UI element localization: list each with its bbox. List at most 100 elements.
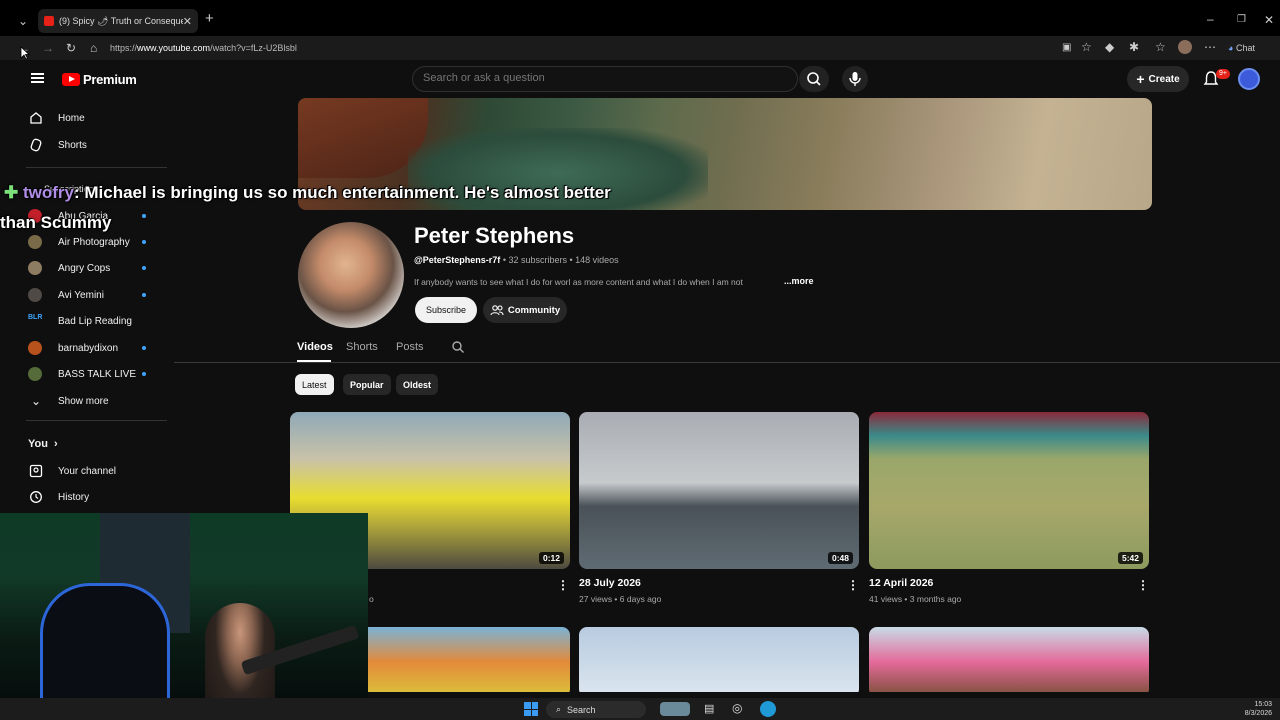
system-clock[interactable]: 15:03 8/3/2026 <box>1245 700 1272 718</box>
search-box <box>412 66 798 92</box>
video-thumbnail[interactable] <box>579 627 859 692</box>
channel-description[interactable]: If anybody wants to see what I do for wo… <box>414 277 794 287</box>
video-options-icon[interactable]: ⋮ <box>847 578 859 592</box>
profile-icon[interactable] <box>1178 40 1192 54</box>
community-icon <box>490 305 504 316</box>
video-options-icon[interactable]: ⋮ <box>1137 578 1149 592</box>
channel-avatar <box>28 261 42 275</box>
url-field[interactable]: https://www.youtube.com/watch?v=fLz-U2Bl… <box>110 40 1090 56</box>
sidebar-item-label: Show more <box>58 395 109 407</box>
new-tab-icon[interactable]: + <box>205 11 214 26</box>
windows-taskbar: ⌕ Search ▤ ◎ 15:03 8/3/2026 <box>0 698 1280 720</box>
new-content-dot <box>142 266 146 270</box>
browser-tab-bar: ⌄ (9) Spicy 🌶 Truth or Consequence ✕ + –… <box>0 0 1280 40</box>
sidebar-item-history[interactable]: History <box>28 487 89 507</box>
channel-handle: @PeterStephens-r7f <box>414 255 501 265</box>
tab-shorts[interactable]: Shorts <box>346 341 378 353</box>
search-button[interactable] <box>799 66 829 92</box>
home-icon[interactable]: ⌂ <box>90 41 97 55</box>
video-meta: 41 views • 3 months ago <box>869 594 962 604</box>
sidebar-channel-angry-cops[interactable]: Angry Cops <box>28 258 110 278</box>
chevron-down-icon: ⌄ <box>30 394 42 408</box>
sidebar-item-your-channel[interactable]: Your channel <box>28 461 116 481</box>
search-icon: ⌕ <box>556 704 562 714</box>
video-title[interactable]: 28 July 2026 <box>579 577 641 589</box>
chat-label: Chat <box>1235 43 1255 53</box>
video-meta: 27 views • 6 days ago <box>579 594 662 604</box>
sidebar-item-shorts[interactable]: Shorts <box>28 135 87 155</box>
widgets-icon[interactable] <box>660 702 690 716</box>
video-thumbnail[interactable]: 5:42 <box>869 412 1149 569</box>
sidebar-channel-bad-lip-reading[interactable]: BLR Bad Lip Reading <box>28 311 132 331</box>
channel-avatar-large[interactable] <box>298 222 404 328</box>
shorts-icon <box>28 137 44 153</box>
taskbar-search[interactable]: ⌕ Search <box>546 701 646 718</box>
taskbar-search-label: Search <box>567 704 596 715</box>
maximize-icon[interactable]: ❐ <box>1237 13 1246 27</box>
sidebar-channel-avi-yemini[interactable]: Avi Yemini <box>28 285 104 305</box>
channel-avatar <box>28 341 42 355</box>
channel-avatar <box>28 288 42 302</box>
sidebar-divider <box>26 167 167 168</box>
sidebar-channel-bass-talk-live[interactable]: BASS TALK LIVE <box>28 364 136 384</box>
video-thumbnail[interactable] <box>869 627 1149 692</box>
minimize-icon[interactable]: – <box>1207 12 1214 26</box>
sidebar-item-home[interactable]: Home <box>28 108 85 128</box>
chat-message-line1: : Michael is bringing us so much enterta… <box>73 183 611 202</box>
mic-icon <box>849 72 861 86</box>
tab-videos[interactable]: Videos <box>297 341 333 353</box>
tab-posts[interactable]: Posts <box>396 341 424 353</box>
file-explorer-icon[interactable]: ▤ <box>704 702 714 715</box>
favorite-star-icon[interactable]: ☆ <box>1081 40 1092 54</box>
tabs-divider <box>174 362 1280 363</box>
copilot-chat-button[interactable]: ◕ Chat <box>1228 41 1255 55</box>
sidebar-divider <box>26 420 167 421</box>
browser-tab[interactable]: (9) Spicy 🌶 Truth or Consequence ✕ <box>38 9 198 33</box>
subscribe-button[interactable]: Subscribe <box>415 297 477 323</box>
app-icon[interactable]: ◎ <box>732 701 742 715</box>
chip-latest[interactable]: Latest <box>295 374 334 395</box>
close-window-icon[interactable]: ✕ <box>1264 13 1274 27</box>
sidebar-channel-air-photography[interactable]: Air Photography <box>28 232 130 252</box>
clock-time: 15:03 <box>1254 701 1272 708</box>
video-title[interactable]: 12 April 2026 <box>869 577 933 589</box>
account-avatar[interactable] <box>1238 68 1260 90</box>
menu-icon[interactable] <box>31 73 44 83</box>
sidebar-item-label: Home <box>58 112 85 124</box>
sidebar-channel-barnabydixon[interactable]: barnabydixon <box>28 338 118 358</box>
refresh-icon[interactable]: ↻ <box>66 41 76 55</box>
logo-text: Premium <box>83 72 137 87</box>
tab-list-icon[interactable]: ⌄ <box>18 14 28 28</box>
channel-name: Avi Yemini <box>58 289 104 301</box>
create-button[interactable]: + Create <box>1127 66 1189 92</box>
sidebar-show-more[interactable]: ⌄ Show more <box>28 391 109 411</box>
channel-name: Air Photography <box>58 236 130 248</box>
channel-search-icon[interactable] <box>451 340 465 354</box>
description-more-link[interactable]: ...more <box>784 276 814 286</box>
voice-search-button[interactable] <box>842 66 868 92</box>
forward-icon[interactable]: → <box>42 41 54 55</box>
windows-start-icon[interactable] <box>524 702 538 716</box>
chip-popular[interactable]: Popular <box>343 374 391 395</box>
puzzle-icon[interactable]: ✱ <box>1129 40 1139 54</box>
copilot-icon: ◕ <box>1228 43 1234 53</box>
notification-badge: 9+ <box>1216 69 1230 79</box>
more-menu-icon[interactable]: ⋯ <box>1204 40 1216 54</box>
favorites-icon[interactable]: ☆ <box>1155 40 1166 54</box>
edge-browser-icon[interactable] <box>760 701 776 717</box>
tab-title: (9) Spicy 🌶 Truth or Consequence <box>59 15 183 26</box>
video-thumbnail[interactable]: 0:48 <box>579 412 859 569</box>
sidebar-item-you[interactable]: You › <box>28 434 58 454</box>
close-tab-icon[interactable]: ✕ <box>183 15 192 28</box>
youtube-logo[interactable]: Premium <box>62 72 137 87</box>
search-input[interactable] <box>423 72 723 84</box>
channel-meta: @PeterStephens-r7f • 32 subscribers • 14… <box>414 255 619 265</box>
split-screen-icon[interactable]: ▣ <box>1062 41 1071 55</box>
extension-icon[interactable]: ◆ <box>1105 40 1114 54</box>
sidebar-item-label: Shorts <box>58 139 87 151</box>
video-options-icon[interactable]: ⋮ <box>557 578 569 592</box>
url-prefix: https:// <box>110 43 138 53</box>
community-button[interactable]: Community <box>483 297 567 323</box>
chat-username: twofry <box>22 183 74 202</box>
chip-oldest[interactable]: Oldest <box>396 374 439 395</box>
